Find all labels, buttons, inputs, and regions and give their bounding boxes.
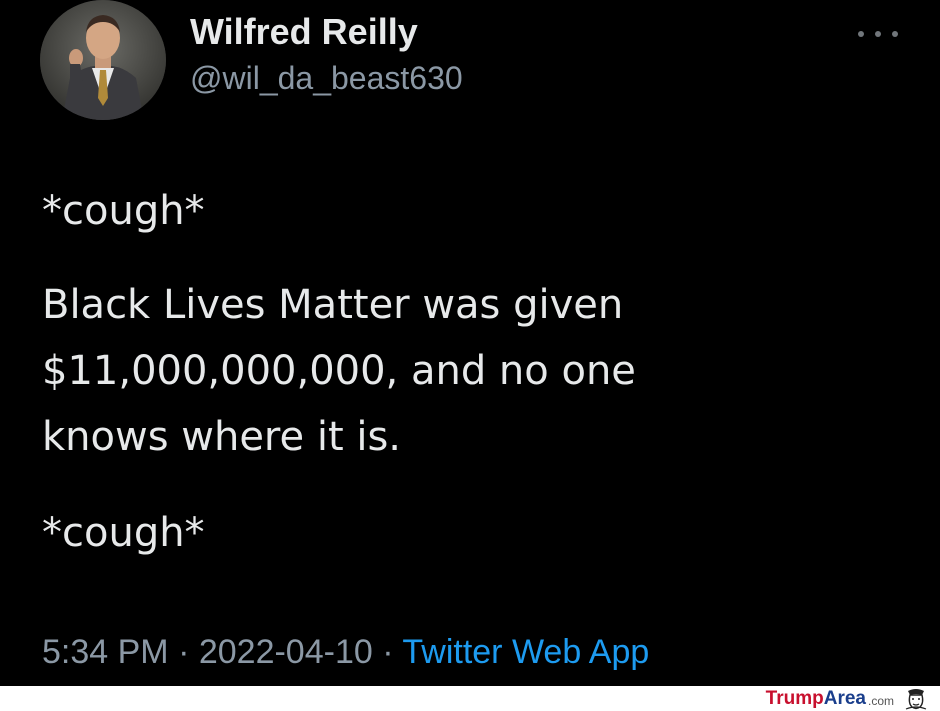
watermark-part-2: Area xyxy=(823,687,866,709)
meta-separator: · xyxy=(168,633,199,671)
profile-photo-icon xyxy=(40,0,166,120)
dot xyxy=(875,31,881,37)
author-display-name[interactable]: Wilfred Reilly xyxy=(190,14,418,50)
tweet-date[interactable]: 2022-04-10 xyxy=(199,633,373,671)
dot xyxy=(858,31,864,37)
author-handle[interactable]: @wil_da_beast630 xyxy=(190,62,463,94)
dot xyxy=(892,31,898,37)
tweet-metadata: 5:34 PM · 2022-04-10 · Twitter Web App xyxy=(42,632,649,672)
tweet-card: Wilfred Reilly @wil_da_beast630 *cough* … xyxy=(0,0,940,686)
tweet-source-app-link[interactable]: Twitter Web App xyxy=(402,633,649,671)
tweet-time[interactable]: 5:34 PM xyxy=(42,633,169,671)
tweet-text-paragraph-1: *cough* xyxy=(42,188,205,234)
tweet-text-paragraph-3: *cough* xyxy=(42,510,205,556)
meta-separator: · xyxy=(372,633,403,671)
caricature-face-icon xyxy=(905,688,927,710)
ellipsis-icon[interactable] xyxy=(858,26,898,42)
tweet-text-paragraph-2: Black Lives Matter was given $11,000,000… xyxy=(42,282,636,460)
watermark-footer: Trump Area .com xyxy=(0,686,940,711)
watermark-part-3: .com xyxy=(867,694,894,708)
watermark: Trump Area .com xyxy=(766,686,930,711)
avatar[interactable] xyxy=(40,0,166,120)
watermark-part-1: Trump xyxy=(765,687,824,709)
